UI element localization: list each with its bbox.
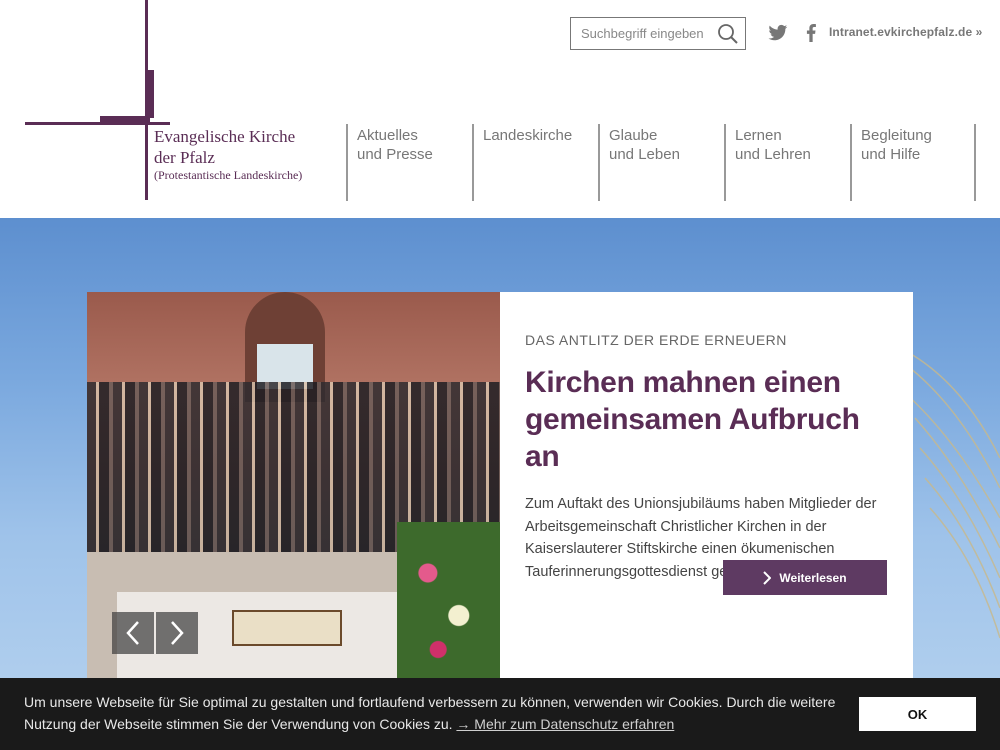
- nav-item-label: und Hilfe: [861, 146, 921, 163]
- search-box: [570, 17, 746, 50]
- cookie-text: Um unsere Webseite für Sie optimal zu ge…: [24, 694, 836, 732]
- palm-leaf-decoration: [900, 347, 1000, 639]
- logo-text-line2: der Pfalz: [154, 148, 215, 167]
- teaser-photo: [87, 292, 500, 692]
- logo-cross-block: [100, 116, 150, 123]
- teaser-card: DAS ANTLITZ DER ERDE ERNEUERN Kirchen ma…: [87, 292, 913, 692]
- search-icon[interactable]: [717, 23, 739, 45]
- hero-section: DAS ANTLITZ DER ERDE ERNEUERN Kirchen ma…: [0, 218, 1000, 750]
- nav-item-glaube[interactable]: Glaube und Leben: [598, 124, 724, 201]
- nav-item-landeskirche[interactable]: Landeskirche: [472, 124, 598, 201]
- nav-item-label: Aktuelles: [357, 127, 418, 144]
- intranet-link[interactable]: Intranet.evkirchepfalz.de »: [829, 25, 982, 39]
- main-nav: Aktuelles und Presse Landeskirche Glaube…: [346, 124, 976, 201]
- nav-item-label: Glaube: [609, 127, 658, 144]
- nav-item-label: und Presse: [357, 146, 433, 163]
- nav-item-label: Lernen: [735, 127, 782, 144]
- teaser-content: DAS ANTLITZ DER ERDE ERNEUERN Kirchen ma…: [525, 332, 895, 583]
- logo-text-line3: (Protestantische Landeskirche): [154, 168, 303, 182]
- nav-item-aktuelles[interactable]: Aktuelles und Presse: [346, 124, 472, 201]
- nav-item-label: Begleitung: [861, 127, 932, 144]
- teaser-headline[interactable]: Kirchen mahnen einen gemeinsamen Aufbruc…: [525, 364, 895, 475]
- chevron-left-icon: [126, 621, 139, 645]
- twitter-icon[interactable]: [768, 24, 788, 42]
- chevron-right-icon: [171, 621, 184, 645]
- read-more-label: Weiterlesen: [779, 570, 847, 585]
- slider-prev-button[interactable]: [112, 612, 154, 654]
- nav-item-label: und Leben: [609, 146, 680, 163]
- logo-text-line1: Evangelische Kirche: [154, 127, 296, 146]
- cookie-message: Um unsere Webseite für Sie optimal zu ge…: [24, 691, 854, 735]
- site-logo[interactable]: Evangelische Kirche der Pfalz (Protestan…: [0, 0, 320, 210]
- teaser-kicker: DAS ANTLITZ DER ERDE ERNEUERN: [525, 332, 787, 348]
- cookie-banner: Um unsere Webseite für Sie optimal zu ge…: [0, 678, 1000, 750]
- slider-next-button[interactable]: [156, 612, 198, 654]
- facebook-icon[interactable]: [805, 24, 817, 42]
- read-more-button[interactable]: Weiterlesen: [723, 560, 887, 595]
- search-input[interactable]: [571, 18, 711, 49]
- cookie-ok-button[interactable]: OK: [859, 697, 976, 731]
- nav-item-label: und Lehren: [735, 146, 811, 163]
- nav-item-label: Landeskirche: [483, 127, 573, 144]
- photo-book: [232, 610, 342, 646]
- site-header: Evangelische Kirche der Pfalz (Protestan…: [0, 0, 1000, 218]
- photo-flowers: [397, 522, 500, 692]
- nav-item-lernen[interactable]: Lernen und Lehren: [724, 124, 850, 201]
- logo-cross-block: [146, 70, 154, 118]
- privacy-link[interactable]: → Mehr zum Datenschutz erfahren: [456, 716, 674, 732]
- nav-item-begleitung[interactable]: Begleitung und Hilfe: [850, 124, 976, 201]
- chevron-right-icon: [763, 570, 772, 585]
